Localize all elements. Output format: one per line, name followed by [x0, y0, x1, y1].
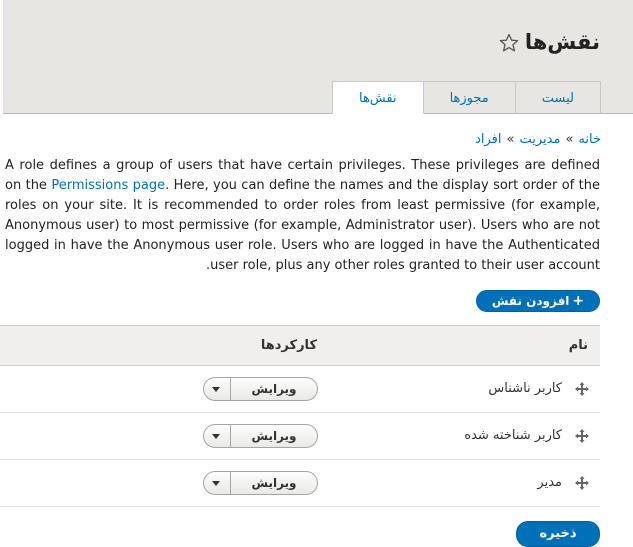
column-header-name: نام — [568, 338, 588, 353]
column-header-operations: کارکردها — [260, 338, 317, 353]
plus-icon: + — [572, 293, 585, 309]
breadcrumb-separator: » — [506, 132, 515, 147]
edit-button[interactable]: ویرایش — [230, 378, 317, 400]
drag-handle-icon[interactable] — [574, 381, 590, 397]
table-header: نام کارکردها — [0, 325, 600, 366]
edit-button[interactable]: ویرایش — [230, 472, 317, 494]
roles-description: A role defines a group of users that hav… — [5, 156, 600, 276]
table-row: کاربر ناشناس ویرایش — [0, 366, 600, 413]
drag-handle-icon[interactable] — [574, 428, 590, 444]
dropbutton-toggle[interactable] — [204, 472, 230, 494]
operations-dropbutton: ویرایش — [203, 471, 318, 495]
dropbutton-toggle[interactable] — [204, 425, 230, 447]
star-icon[interactable] — [499, 33, 519, 53]
save-button[interactable]: ذخیره — [516, 521, 600, 547]
chevron-down-icon — [212, 387, 220, 392]
role-name: کاربر شناخته شده — [464, 428, 562, 443]
table-row: کاربر شناخته شده ویرایش — [0, 413, 600, 460]
roles-page: نقش‌ها لیست مجوزها نقش‌ها خانه » مدیریت » اف… — [0, 0, 633, 547]
breadcrumb-home-link[interactable]: خانه — [578, 132, 601, 147]
chevron-down-icon — [212, 481, 220, 486]
drag-handle-icon[interactable] — [574, 475, 590, 491]
add-role-button[interactable]: +افزودن نقش — [476, 290, 600, 312]
title-row: نقش‌ها — [499, 30, 600, 54]
tab-permissions[interactable]: مجوزها — [422, 81, 516, 114]
operations-dropbutton: ویرایش — [203, 377, 318, 401]
breadcrumb-people-link[interactable]: افراد — [475, 132, 501, 147]
tab-list[interactable]: لیست — [514, 81, 601, 114]
page-title: نقش‌ها — [524, 30, 600, 54]
dropbutton-toggle[interactable] — [204, 378, 230, 400]
role-name: کاربر ناشناس — [488, 381, 562, 396]
role-name: مدیر — [537, 475, 562, 490]
edit-button[interactable]: ویرایش — [230, 425, 317, 447]
operations-dropbutton: ویرایش — [203, 424, 318, 448]
breadcrumb-admin-link[interactable]: مدیریت — [519, 132, 560, 147]
tab-roles[interactable]: نقش‌ها — [331, 81, 424, 114]
page-header: نقش‌ها لیست مجوزها نقش‌ها — [3, 0, 633, 114]
add-role-label: افزودن نقش — [491, 294, 570, 308]
breadcrumb-separator: » — [565, 132, 574, 147]
chevron-down-icon — [212, 434, 220, 439]
breadcrumb: خانه » مدیریت » افراد — [475, 132, 601, 147]
primary-tabs: لیست مجوزها نقش‌ها — [331, 81, 601, 114]
permissions-page-link[interactable]: Permissions page — [51, 178, 165, 193]
table-row: مدیر ویرایش — [0, 460, 600, 507]
